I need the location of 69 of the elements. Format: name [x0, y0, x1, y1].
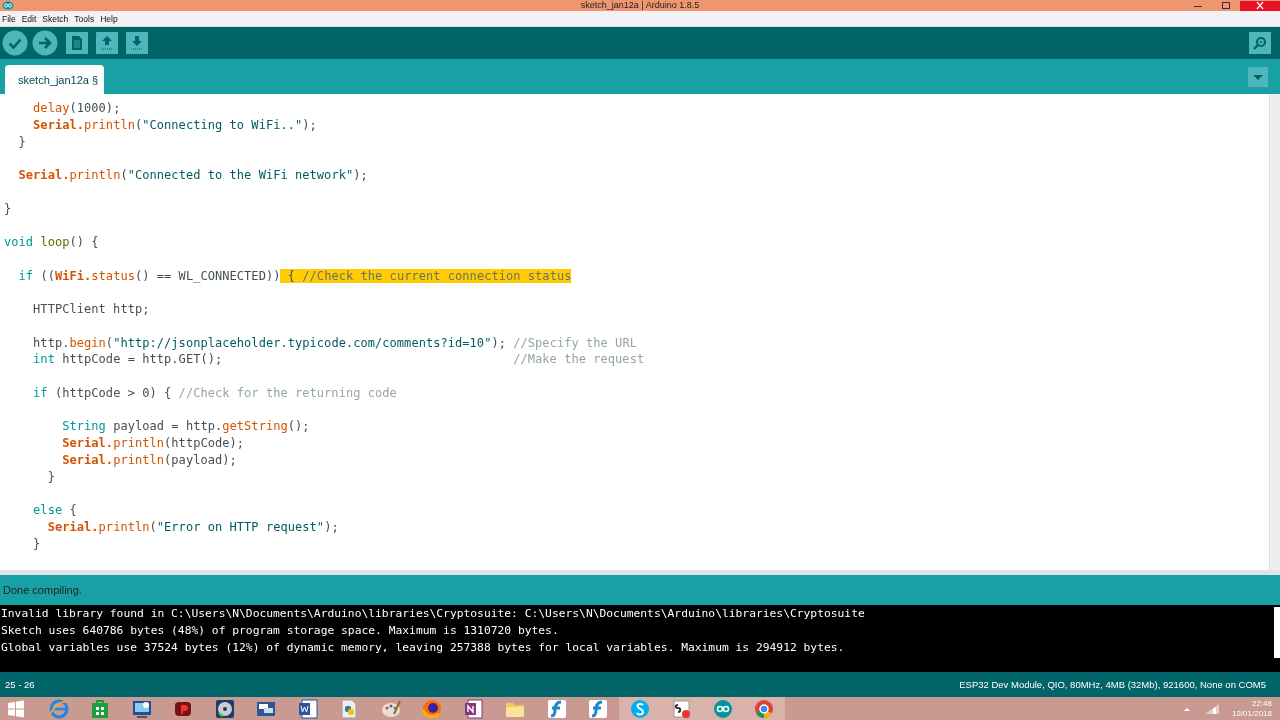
code-text: }: [4, 201, 12, 216]
menu-item[interactable]: Sketch: [42, 13, 69, 24]
code-text: }: [17, 134, 26, 149]
code-class-name: Serial.: [32, 117, 85, 132]
code-class-name: Serial.: [61, 436, 114, 450]
code-comment: //Specify the URL: [512, 335, 637, 350]
code-text: (: [120, 168, 128, 182]
menu-item[interactable]: Edit: [21, 13, 37, 24]
code-text: (: [149, 519, 157, 534]
console-line: Invalid library found in C:\Users\N\Documents\Arduino\libraries\Cryptosuite: C:\Users\N\Documents\Arduino\libraries\Cryptosuite: [1, 606, 866, 622]
code-text: () {: [69, 235, 99, 249]
code-string: "http://jsonplaceholder.typicode.com/comments?id=10": [113, 335, 492, 350]
code-text: (: [134, 117, 143, 132]
window-title: sketch_jan12a | Arduino 1.8.5: [580, 0, 700, 11]
code-text: (httpCode);: [164, 436, 245, 450]
code-class-name: Serial.: [46, 519, 99, 534]
code-text: payload = http.: [112, 419, 223, 434]
code-text: );: [324, 519, 339, 534]
menu-item[interactable]: Tools: [74, 13, 95, 24]
code-text: HTTPClient http;: [32, 302, 150, 316]
console-line: Sketch uses 640786 bytes (48%) of program storage space. Maximum is 1310720 bytes.: [1, 623, 560, 639]
code-method: delay: [32, 101, 70, 115]
code-text: }: [32, 536, 41, 551]
code-text: ((: [39, 268, 55, 283]
code-text: (httpCode > 0) {: [53, 385, 172, 400]
code-text: () == WL_CONNECTED)): [134, 268, 281, 283]
code-text: {: [68, 503, 77, 517]
code-keyword: if: [32, 385, 48, 400]
code-keyword: void: [4, 235, 34, 249]
code-text: (: [105, 335, 114, 350]
menu-item[interactable]: Help: [100, 13, 118, 24]
code-text: );: [353, 168, 368, 182]
code-text: http.: [32, 335, 70, 350]
menu-item[interactable]: File: [2, 13, 16, 24]
code-comment: //Check the current connection status: [295, 268, 572, 283]
code-method: println: [113, 436, 165, 450]
code-text: httpCode = http.GET();: [61, 352, 223, 367]
code-class-name: Serial.: [61, 452, 114, 467]
code-keyword: if: [17, 268, 34, 283]
code-method: println: [98, 519, 150, 534]
cursor-position: 25 - 26: [5, 679, 35, 690]
code-keyword: String: [61, 419, 106, 434]
code-text: }: [46, 469, 55, 484]
code-class-name: Serial.: [17, 168, 70, 182]
code-method: begin: [69, 335, 106, 350]
code-keyword: else: [32, 503, 63, 517]
code-text: (1000);: [69, 101, 121, 115]
board-info: ESP32 Dev Module, QIO, 80MHz, 4MB (32Mb), 921600, None on COM5: [959, 679, 1266, 690]
code-string: "Connecting to WiFi..": [142, 117, 303, 132]
code-class-name: WiFi.: [54, 268, 92, 283]
sketch-tab[interactable]: sketch_jan12a §: [5, 65, 105, 94]
code-method: status: [91, 268, 135, 283]
code-text: ();: [287, 419, 310, 434]
code-method: println: [84, 117, 135, 132]
code-method: println: [113, 452, 165, 467]
code-comment: //Check for the returning code: [177, 385, 397, 400]
code-string: "Error on HTTP request": [156, 519, 325, 534]
console-line: Global variables use 37524 bytes (12%) of dynamic memory, leaving 257388 bytes for local variables. Maximum is 294912 bytes.: [1, 640, 846, 656]
status-message: Done compiling.: [3, 584, 82, 596]
code-text: {: [280, 268, 296, 283]
code-text: );: [302, 117, 317, 132]
code-method: getString: [222, 419, 288, 434]
code-method: println: [69, 168, 121, 182]
code-comment: //Make the request: [512, 352, 645, 367]
code-function-name: loop: [39, 235, 70, 249]
code-keyword: int: [32, 352, 55, 367]
code-text: );: [491, 335, 506, 350]
code-string: "Connected to the WiFi network": [127, 168, 354, 182]
code-text: (payload);: [164, 452, 237, 467]
